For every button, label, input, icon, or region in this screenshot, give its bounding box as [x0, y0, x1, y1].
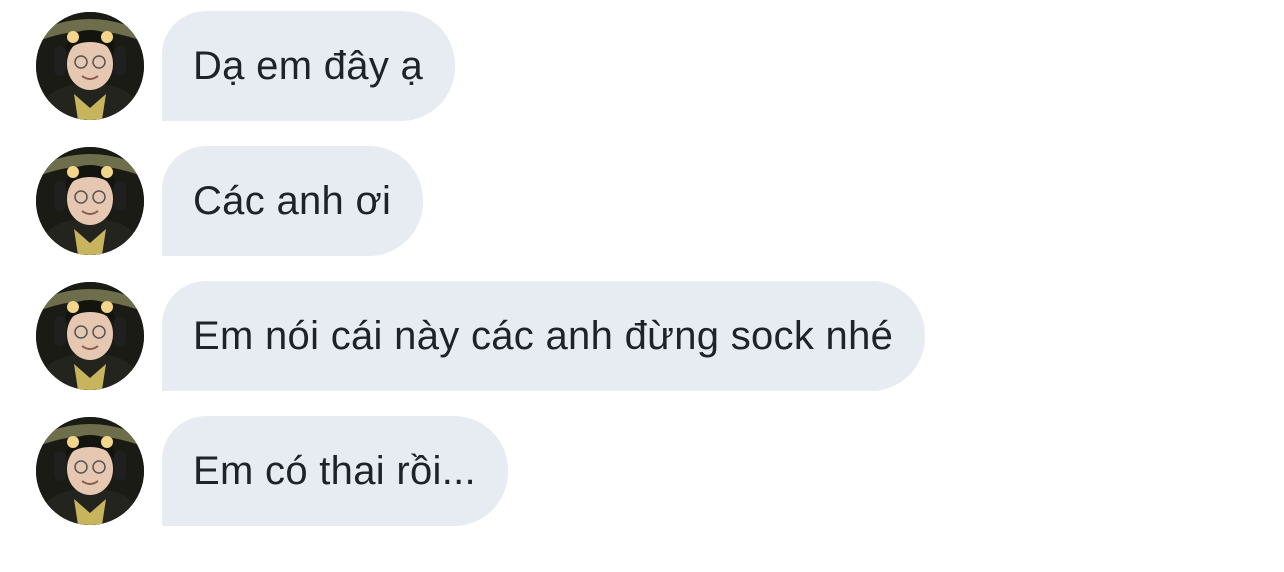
user-avatar[interactable] [36, 417, 144, 525]
message-row: Các anh ơi [36, 145, 424, 257]
avatar-portrait-icon [36, 147, 144, 255]
avatar-portrait-icon [36, 282, 144, 390]
user-avatar[interactable] [36, 12, 144, 120]
message-row: Em nói cái này các anh đừng sock nhé [36, 280, 926, 392]
message-text: Em nói cái này các anh đừng sock nhé [193, 313, 894, 358]
message-row: Em có thai rồi... [36, 415, 508, 527]
avatar-portrait-icon [36, 417, 144, 525]
avatar-portrait-icon [36, 12, 144, 120]
message-bubble[interactable]: Các anh ơi [162, 146, 424, 256]
message-bubble[interactable]: Em có thai rồi... [162, 416, 508, 526]
message-text: Em có thai rồi... [193, 448, 476, 493]
chat-thread: Dạ em đây ạ Các anh ơi Em nói cái này cá… [0, 0, 1284, 572]
message-row: Dạ em đây ạ [36, 10, 456, 122]
message-text: Các anh ơi [193, 178, 392, 223]
message-text: Dạ em đây ạ [193, 43, 424, 88]
message-bubble[interactable]: Em nói cái này các anh đừng sock nhé [162, 281, 926, 391]
message-bubble[interactable]: Dạ em đây ạ [162, 11, 456, 121]
user-avatar[interactable] [36, 282, 144, 390]
user-avatar[interactable] [36, 147, 144, 255]
